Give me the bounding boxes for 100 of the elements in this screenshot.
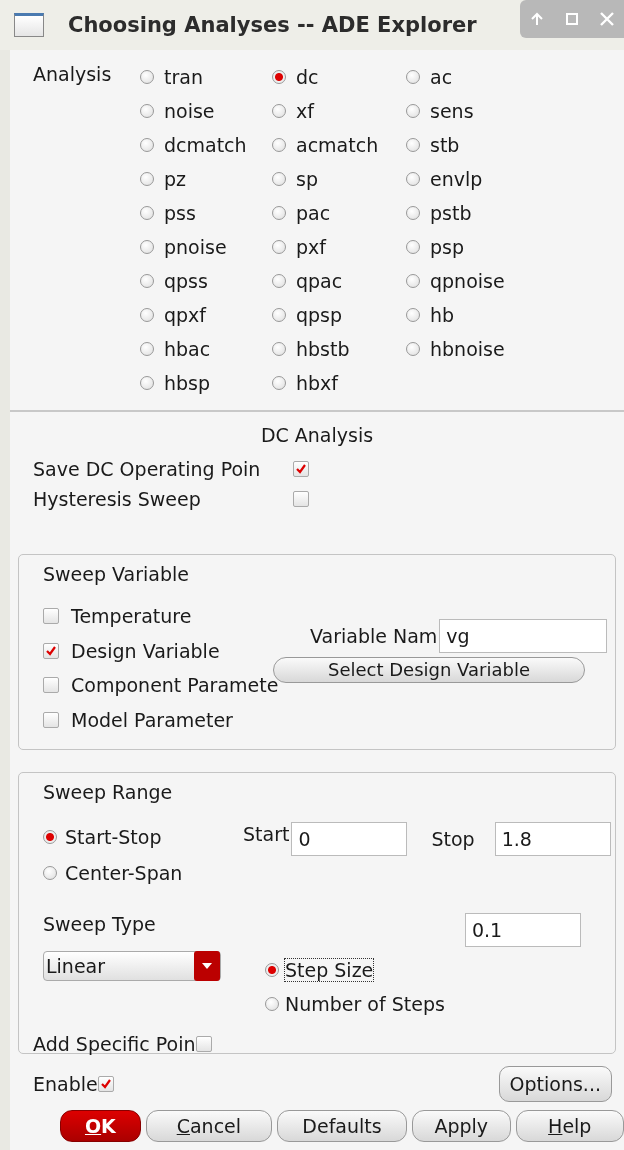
analysis-radio[interactable]: psp [406,230,536,264]
radio-label: dc [296,66,319,88]
radio-label: hbsp [164,372,211,394]
analysis-radio[interactable]: pstb [406,196,536,230]
stop-field[interactable]: 1.8 [494,822,611,856]
analysis-radio[interactable]: dc [272,60,406,94]
checkbox[interactable] [43,677,59,694]
checkbox-label: Model Parameter [71,708,233,731]
analysis-radio[interactable]: hbstb [272,332,406,366]
field-label: Variable Nam [310,625,438,647]
step-mode-radio[interactable]: Step Size [265,953,445,987]
analysis-radio[interactable]: pss [140,196,272,230]
radio-label: hbnoise [430,338,505,360]
checkbox[interactable] [195,1036,212,1052]
radio-label: hbac [164,338,211,360]
analysis-radio[interactable]: sens [406,94,536,128]
analysis-radio[interactable]: tran [140,60,272,94]
analysis-radio[interactable]: hb [406,298,536,332]
radio-label: qpnoise [430,270,505,292]
field-label: Stop [431,828,475,850]
sweep-type-dropdown[interactable]: Linear [43,951,221,981]
analysis-radio[interactable]: qpac [272,264,406,298]
checkbox[interactable] [97,1076,114,1092]
radio-label: Number of Steps [285,993,445,1015]
radio-label: pnoise [164,236,227,258]
radio-label: Center-Span [65,862,183,884]
dialog-button[interactable]: Cancel [145,1110,272,1142]
radio-label: ac [430,66,453,88]
sweep-type-label: Sweep Type [43,913,157,935]
radio-label: tran [164,66,203,88]
analysis-radio[interactable]: hbxf [272,366,406,400]
checkbox[interactable] [293,461,309,477]
radio-label: pz [164,168,187,190]
option-label: Enable [33,1073,98,1095]
radio-label: sens [430,100,474,122]
step-mode-radio[interactable]: Number of Steps [265,987,445,1021]
analysis-radio[interactable]: hbac [140,332,272,366]
window-icon [14,13,44,37]
options-button[interactable]: Options... [498,1066,612,1102]
analysis-radio[interactable]: qpsp [272,298,406,332]
radio-label: Start-Stop [65,826,162,848]
analysis-radio[interactable]: pac [272,196,406,230]
analysis-radio[interactable]: hbnoise [406,332,536,366]
radio-label: acmatch [296,134,379,156]
analysis-radio[interactable]: acmatch [272,128,406,162]
field-label: Start [243,823,290,845]
checkbox-label: Temperature [71,605,192,628]
radio-label: Step Size [285,959,374,981]
step-field[interactable]: 0.1 [464,913,581,947]
checkbox[interactable] [43,642,59,659]
radio-label: qpxf [164,304,207,326]
radio-label: pac [296,202,331,224]
radio-label: sp [296,168,318,190]
analysis-radio[interactable]: qpss [140,264,272,298]
option-label: Hysteresis Sweep [33,488,202,510]
checkbox-label: Design Variable [71,639,220,662]
analysis-radio[interactable]: xf [272,94,406,128]
checkbox-option[interactable]: Design Variable [43,633,273,668]
analysis-radio[interactable]: sp [272,162,406,196]
analysis-radio[interactable]: pnoise [140,230,272,264]
radio-label: stb [430,134,460,156]
radio-label: dcmatch [164,134,247,156]
analysis-radio[interactable]: ac [406,60,536,94]
radio-label: hb [430,304,455,326]
range-mode-radio[interactable]: Start-Stop [43,819,243,855]
analysis-radio[interactable]: dcmatch [140,128,272,162]
analysis-radio[interactable]: qpnoise [406,264,536,298]
analysis-radio[interactable]: pz [140,162,272,196]
checkbox-option[interactable]: Temperature [43,599,273,634]
ok-button[interactable]: OK [60,1110,141,1142]
radio-label: qpac [296,270,343,292]
dialog-button[interactable]: Help [515,1110,624,1142]
radio-label: qpsp [296,304,343,326]
section-title: DC Analysis [259,424,375,446]
radio-label: pxf [296,236,326,258]
analysis-radio[interactable]: stb [406,128,536,162]
analysis-label: Analysis [33,63,113,87]
dialog-button[interactable]: Defaults [276,1110,408,1142]
radio-label: pstb [430,202,472,224]
checkbox-option[interactable]: Model Parameter [43,702,273,737]
start-field[interactable]: 0 [291,822,408,856]
radio-label: qpss [164,270,208,292]
variable-name-field[interactable]: vg [439,619,608,653]
analysis-radio[interactable]: envlp [406,162,536,196]
analysis-radio[interactable]: hbsp [140,366,272,400]
radio-label: noise [164,100,215,122]
option-label: Save DC Operating Poin [33,458,262,480]
checkbox[interactable] [43,711,59,728]
dialog-button[interactable]: Apply [412,1110,511,1142]
analysis-radio[interactable]: qpxf [140,298,272,332]
maximize-icon[interactable] [564,11,580,27]
checkbox[interactable] [43,608,59,625]
window-title: Choosing Analyses -- ADE Explorer [68,13,477,37]
range-mode-radio[interactable]: Center-Span [43,855,243,891]
close-icon[interactable] [598,11,615,27]
radio-label: psp [430,236,465,258]
analysis-radio[interactable]: pxf [272,230,406,264]
analysis-radio[interactable]: noise [140,94,272,128]
dropdown-caret-icon [194,951,220,981]
checkbox[interactable] [293,491,309,507]
